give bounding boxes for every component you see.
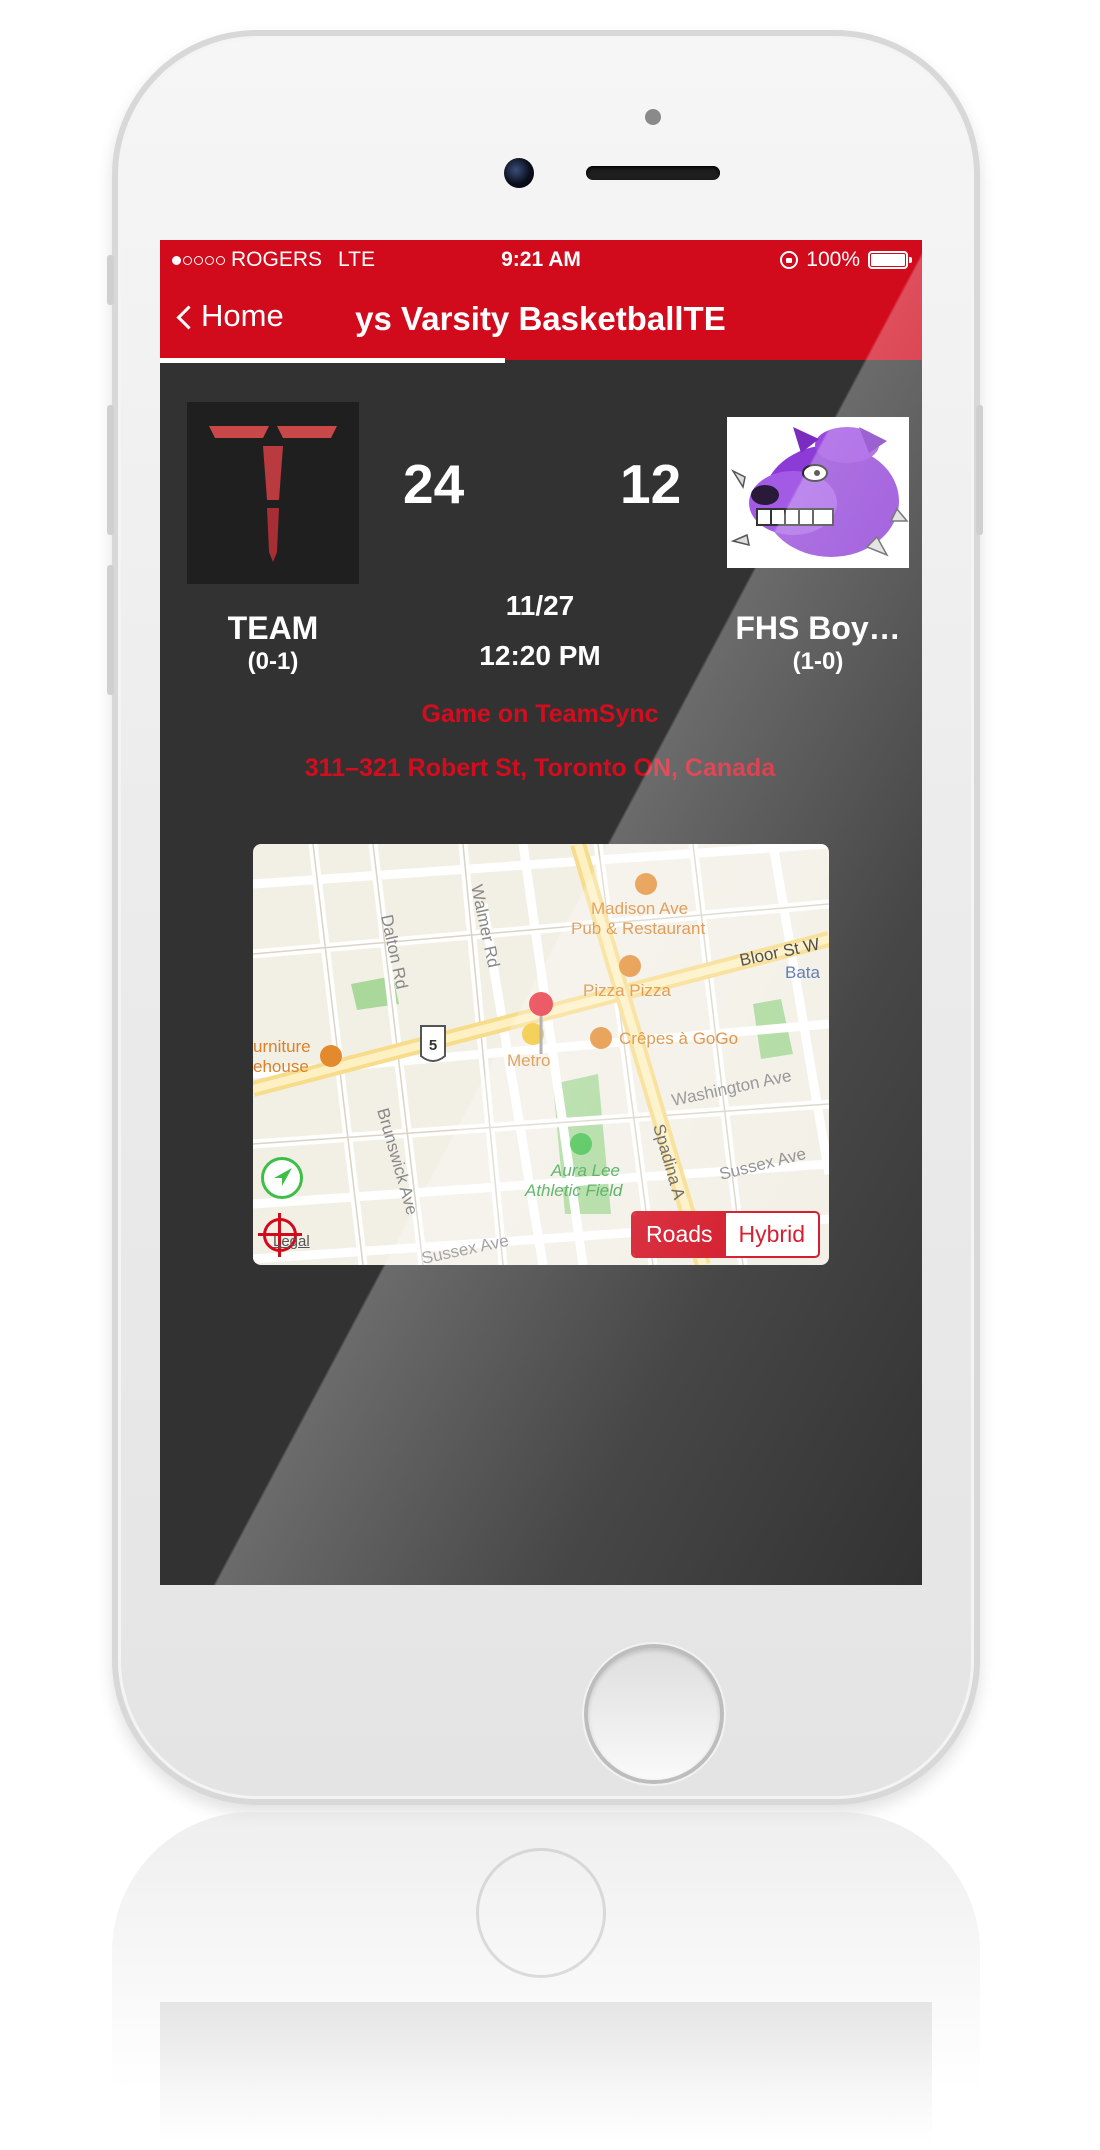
status-bar: ROGERS LTE 9:21 AM 100% <box>160 240 922 280</box>
volume-up-button <box>107 405 114 535</box>
map-legal-link[interactable]: Legal <box>273 1233 310 1250</box>
back-label: Home <box>201 298 284 333</box>
home-button[interactable] <box>588 1648 720 1780</box>
route-shield-label: 5 <box>429 1037 437 1054</box>
location-map[interactable]: Madison Ave Pub & Restaurant Pizza Pizza… <box>253 844 829 1265</box>
home-team-name: TEAM <box>227 610 319 646</box>
proximity-sensor <box>645 109 661 125</box>
map-label-aura: Aura Lee <box>550 1161 620 1180</box>
map-label-pizza: Pizza Pizza <box>583 981 671 1000</box>
map-label-sussex-bottom: Sussex Ave <box>420 1231 511 1265</box>
away-team-name: FHS Boy… <box>735 610 901 646</box>
front-camera-icon <box>504 158 534 188</box>
map-label-warehouse: ehouse <box>253 1057 309 1076</box>
map-label-madison: Madison Ave <box>591 899 688 918</box>
map-label-pub: Pub & Restaurant <box>571 919 705 938</box>
map-label-spadina: Spadina A <box>649 1122 689 1202</box>
game-date: 11/27 <box>505 590 575 621</box>
map-label-crepes: Crêpes à GoGo <box>619 1029 738 1048</box>
map-label-furniture: urniture <box>253 1037 311 1056</box>
home-team-record: (0-1) <box>247 648 299 675</box>
away-team-record: (1-0) <box>792 648 844 675</box>
earpiece-speaker <box>586 166 720 180</box>
map-label-athletic: Athletic Field <box>524 1181 623 1200</box>
volume-down-button <box>107 565 114 695</box>
battery-percent: 100% <box>806 248 860 271</box>
back-button[interactable]: Home <box>176 298 284 334</box>
chevron-left-icon <box>176 304 201 330</box>
status-right: 100% <box>780 248 912 272</box>
home-team-logo[interactable] <box>187 402 359 584</box>
teamsync-link[interactable]: Game on TeamSync <box>280 700 800 729</box>
home-score: 24 <box>403 453 465 515</box>
rotation-lock-icon <box>780 251 799 269</box>
tab-indicator <box>160 358 505 363</box>
game-time: 12:20 PM <box>479 640 601 671</box>
phone-reflection <box>112 1812 980 2142</box>
away-team-logo[interactable] <box>727 417 909 568</box>
navigation-bar: Home oys Varsity BasketballTE <box>160 280 922 363</box>
title-container: oys Varsity BasketballTE <box>355 300 905 338</box>
current-location-icon[interactable] <box>261 1157 303 1199</box>
hybrid-button[interactable]: Hybrid <box>726 1213 818 1256</box>
map-label-bata: Bata <box>785 963 821 982</box>
power-button <box>976 405 983 535</box>
game-address-link[interactable]: 311–321 Robert St, Toronto ON, Canada <box>280 754 800 783</box>
battery-icon <box>868 251 912 269</box>
mute-switch <box>107 255 114 305</box>
map-mode-toggle: Roads Hybrid <box>631 1211 820 1258</box>
roads-button[interactable]: Roads <box>633 1213 726 1256</box>
map-label-metro: Metro <box>507 1051 550 1070</box>
app-screen: ROGERS LTE 9:21 AM 100% Home oys Varsity… <box>160 240 922 1585</box>
away-score: 12 <box>620 453 682 515</box>
page-title: oys Varsity BasketballTE <box>355 300 726 337</box>
